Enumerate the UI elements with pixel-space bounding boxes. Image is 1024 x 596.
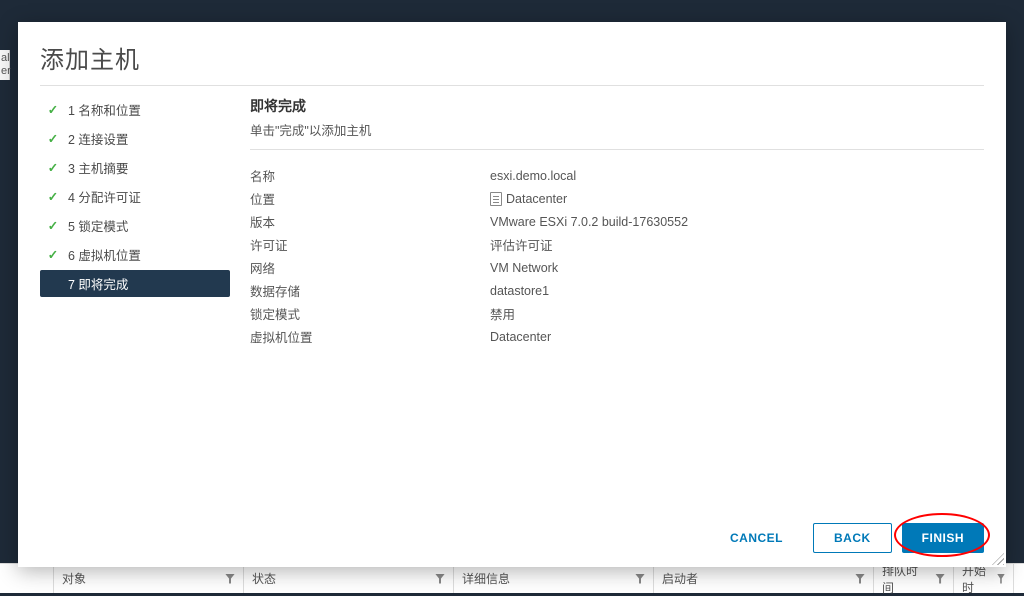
- summary-row: 网络VM Network: [250, 256, 984, 279]
- wizard-step-3[interactable]: ✓ 3 主机摘要: [40, 154, 230, 181]
- filter-icon[interactable]: [225, 574, 235, 584]
- bg-column-header[interactable]: 启动者: [654, 564, 874, 593]
- bg-column-header[interactable]: [0, 564, 54, 593]
- wizard-step-5[interactable]: ✓ 5 锁定模式: [40, 212, 230, 239]
- datacenter-icon: [490, 192, 502, 206]
- check-icon: ✓: [46, 218, 60, 233]
- wizard-step-label: 4 分配许可证: [68, 187, 141, 206]
- summary-row: 版本VMware ESXi 7.0.2 build-17630552: [250, 210, 984, 233]
- filter-icon[interactable]: [435, 574, 445, 584]
- resize-handle[interactable]: [992, 553, 1004, 565]
- bg-column-header[interactable]: 开始时: [954, 564, 1014, 593]
- summary-label: 锁定模式: [250, 304, 490, 323]
- summary-row: 许可证评估许可证: [250, 233, 984, 256]
- wizard-step-label: 2 连接设置: [68, 129, 128, 148]
- wizard-steps-sidebar: ✓ 1 名称和位置 ✓ 2 连接设置 ✓ 3 主机摘要 ✓ 4 分配许可证 ✓ 5 锁定模式 ✓ 6 …: [40, 96, 230, 509]
- summary-row: 虚拟机位置Datacenter: [250, 325, 984, 348]
- filter-icon[interactable]: [997, 574, 1005, 584]
- filter-icon[interactable]: [635, 574, 645, 584]
- wizard-step-7[interactable]: 7 即将完成: [40, 270, 230, 297]
- check-icon: ✓: [46, 247, 60, 262]
- bg-column-label: 对象: [62, 570, 86, 587]
- summary-value: VM Network: [490, 258, 984, 277]
- check-icon: ✓: [46, 102, 60, 117]
- summary-value: Datacenter: [490, 327, 984, 346]
- finish-button[interactable]: FINISH: [902, 523, 984, 553]
- wizard-step-2[interactable]: ✓ 2 连接设置: [40, 125, 230, 152]
- content-heading: 即将完成: [250, 96, 984, 116]
- summary-value: 禁用: [490, 304, 984, 323]
- summary-row: 位置Datacenter: [250, 187, 984, 210]
- wizard-step-4[interactable]: ✓ 4 分配许可证: [40, 183, 230, 210]
- back-button[interactable]: BACK: [813, 523, 892, 553]
- summary-label: 虚拟机位置: [250, 327, 490, 346]
- modal-title: 添加主机: [40, 40, 984, 86]
- wizard-step-label: 6 虚拟机位置: [68, 245, 141, 264]
- bg-column-label: 状态: [252, 570, 276, 587]
- cancel-button[interactable]: CANCEL: [710, 523, 803, 553]
- summary-label: 名称: [250, 166, 490, 185]
- check-icon: ✓: [46, 160, 60, 175]
- summary-value: 评估许可证: [490, 235, 984, 254]
- wizard-step-label: 7 即将完成: [68, 274, 128, 293]
- summary-label: 许可证: [250, 235, 490, 254]
- summary-value: esxi.demo.local: [490, 166, 984, 185]
- bg-column-header[interactable]: 排队时间: [874, 564, 954, 593]
- summary-row: 锁定模式禁用: [250, 302, 984, 325]
- background-table-header: 对象 状态 详细信息 启动者 排队时间开始时: [0, 563, 1024, 593]
- wizard-step-1[interactable]: ✓ 1 名称和位置: [40, 96, 230, 123]
- check-icon: ✓: [46, 189, 60, 204]
- wizard-content-panel: 即将完成 单击"完成"以添加主机 名称esxi.demo.local位置Data…: [250, 96, 984, 509]
- summary-value: datastore1: [490, 281, 984, 300]
- modal-footer: CANCEL BACK FINISH: [40, 509, 984, 553]
- add-host-wizard-modal: 添加主机 ✓ 1 名称和位置 ✓ 2 连接设置 ✓ 3 主机摘要 ✓ 4 分配许可证 ✓ 5 锁定…: [18, 22, 1006, 567]
- summary-label: 版本: [250, 212, 490, 231]
- filter-icon[interactable]: [855, 574, 865, 584]
- summary-label: 位置: [250, 189, 490, 208]
- wizard-step-label: 3 主机摘要: [68, 158, 128, 177]
- summary-label: 网络: [250, 258, 490, 277]
- filter-icon[interactable]: [935, 574, 945, 584]
- wizard-step-label: 5 锁定模式: [68, 216, 128, 235]
- bg-column-header[interactable]: 状态: [244, 564, 454, 593]
- wizard-step-label: 1 名称和位置: [68, 100, 141, 119]
- summary-row: 名称esxi.demo.local: [250, 164, 984, 187]
- summary-label: 数据存储: [250, 281, 490, 300]
- bg-column-header[interactable]: 详细信息: [454, 564, 654, 593]
- bg-column-label: 详细信息: [462, 570, 510, 587]
- summary-row: 数据存储datastore1: [250, 279, 984, 302]
- summary-value: VMware ESXi 7.0.2 build-17630552: [490, 212, 984, 231]
- bg-column-label: 启动者: [662, 570, 698, 587]
- background-fragment: al er: [0, 50, 10, 80]
- summary-list: 名称esxi.demo.local位置Datacenter版本VMware ES…: [250, 164, 984, 348]
- wizard-step-6[interactable]: ✓ 6 虚拟机位置: [40, 241, 230, 268]
- content-subheading: 单击"完成"以添加主机: [250, 120, 984, 150]
- bg-column-header[interactable]: 对象: [54, 564, 244, 593]
- summary-value: Datacenter: [490, 189, 984, 208]
- check-icon: ✓: [46, 131, 60, 146]
